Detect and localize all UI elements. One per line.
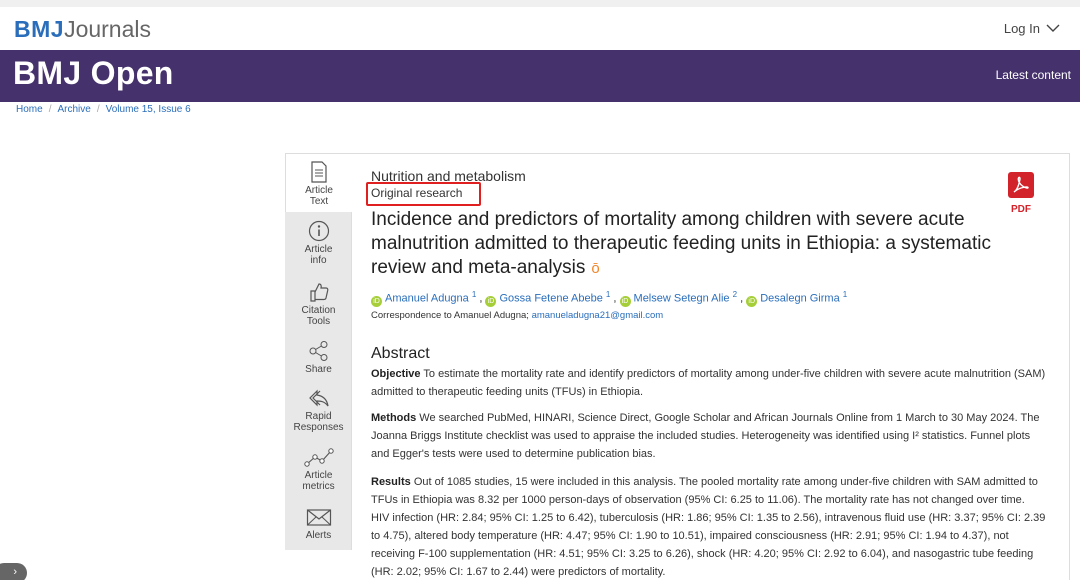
info-icon	[308, 220, 329, 242]
logo-journals-text: Journals	[64, 16, 151, 42]
sidebar-label: Share	[305, 364, 332, 375]
sidebar-label: Text	[309, 196, 329, 207]
login-label: Log In	[1003, 21, 1040, 36]
sidebar-label: info	[310, 255, 327, 266]
methods-text: We searched PubMed, HINARI, Science Dire…	[371, 412, 1040, 460]
orcid-icon[interactable]: iD	[619, 295, 631, 307]
top-strip	[0, 0, 1080, 7]
article-type: Original research	[371, 186, 463, 200]
author-affiliation: 1	[842, 290, 848, 299]
abstract-results: Results Out of 1085 studies, 15 were inc…	[371, 473, 1046, 580]
results-text: Out of 1085 studies, 15 were included in…	[371, 476, 1046, 578]
objective-label: Objective	[371, 368, 421, 380]
login-button[interactable]: Log In	[1004, 21, 1060, 36]
results-label: Results	[371, 476, 411, 488]
author-separator: ,	[610, 292, 620, 305]
sidebar-label: Responses	[293, 422, 344, 433]
sidebar-label: Article	[304, 470, 333, 481]
chevron-down-icon	[1046, 24, 1060, 32]
sidebar-item-alerts[interactable]: Alerts	[285, 508, 352, 541]
orcid-icon[interactable]: iD	[746, 295, 758, 307]
correspondence: Correspondence to Amanuel Adugna; amanue…	[371, 310, 663, 321]
sidebar-item-article-info[interactable]: Article info	[285, 220, 352, 266]
breadcrumb-separator: /	[48, 104, 52, 115]
sidebar-label: metrics	[302, 481, 335, 492]
breadcrumb-home[interactable]: Home	[16, 104, 43, 115]
correspondence-label: Correspondence to Amanuel Adugna;	[371, 310, 529, 321]
journal-banner: BMJ Open Latest content	[0, 50, 1080, 102]
breadcrumb-separator: /	[96, 104, 100, 115]
expand-panel-button[interactable]: ›	[0, 563, 27, 580]
author-name[interactable]: Gossa Fetene Abebe	[499, 293, 602, 305]
bmj-journals-logo[interactable]: BMJJournals	[14, 16, 151, 43]
author-name[interactable]: Melsew Setegn Alie	[634, 293, 730, 305]
journal-title[interactable]: BMJ Open	[13, 55, 174, 92]
author-name[interactable]: Desalegn Girma	[760, 293, 839, 305]
sidebar-label: Article	[305, 185, 333, 196]
sidebar-label: Article	[304, 244, 333, 255]
correspondence-email-link[interactable]: amanueladugna21@gmail.com	[532, 310, 664, 321]
chevron-right-icon: ›	[13, 566, 17, 578]
article-sidebar: Article Text Article info Citation Tools…	[285, 153, 352, 550]
open-access-icon: ō	[591, 260, 600, 277]
site-header: BMJJournals Log In	[0, 7, 1080, 50]
sidebar-item-article-text[interactable]: Article Text	[285, 153, 352, 212]
sidebar-label: Citation	[301, 305, 336, 316]
metrics-icon	[303, 448, 334, 467]
breadcrumb-issue[interactable]: Volume 15, Issue 6	[106, 104, 191, 115]
envelope-icon	[306, 509, 331, 526]
latest-content-link[interactable]: Latest content	[996, 68, 1071, 82]
orcid-icon[interactable]: iD	[371, 295, 382, 307]
author-separator: ,	[737, 292, 747, 305]
share-icon	[309, 341, 327, 361]
abstract-objective: Objective To estimate the mortality rate…	[371, 365, 1046, 401]
author-name[interactable]: Amanuel Adugna	[385, 293, 469, 305]
breadcrumb: Home / Archive / Volume 15, Issue 6	[16, 104, 191, 115]
sidebar-item-rapid-responses[interactable]: Rapid Responses	[285, 387, 352, 433]
objective-text: To estimate the mortality rate and ident…	[371, 368, 1046, 398]
sidebar-item-article-metrics[interactable]: Article metrics	[285, 448, 352, 492]
sidebar-label: Tools	[306, 316, 331, 327]
pdf-icon	[1008, 172, 1034, 198]
article-title: Incidence and predictors of mortality am…	[371, 208, 1011, 281]
author-separator: ,	[476, 292, 486, 305]
breadcrumb-archive[interactable]: Archive	[57, 104, 90, 115]
thumbs-up-icon	[309, 283, 328, 302]
orcid-icon[interactable]: iD	[485, 295, 497, 307]
abstract-methods: Methods We searched PubMed, HINARI, Scie…	[371, 409, 1046, 463]
sidebar-label: Rapid	[305, 411, 332, 422]
methods-label: Methods	[371, 412, 417, 424]
pdf-download-button[interactable]: PDF	[1008, 172, 1034, 215]
reply-icon	[308, 389, 329, 407]
sidebar-item-citation-tools[interactable]: Citation Tools	[285, 281, 352, 327]
pdf-label: PDF	[1011, 204, 1031, 215]
sidebar-label: Alerts	[305, 530, 332, 541]
sidebar-item-share[interactable]: Share	[285, 340, 352, 375]
author-list: iD Amanuel Adugna 1 , iD Gossa Fetene Abeb…	[371, 290, 847, 307]
logo-bmj-text: BMJ	[14, 16, 65, 42]
abstract-heading: Abstract	[371, 345, 430, 362]
document-icon	[311, 161, 327, 183]
article-title-text: Incidence and predictors of mortality am…	[371, 209, 991, 278]
